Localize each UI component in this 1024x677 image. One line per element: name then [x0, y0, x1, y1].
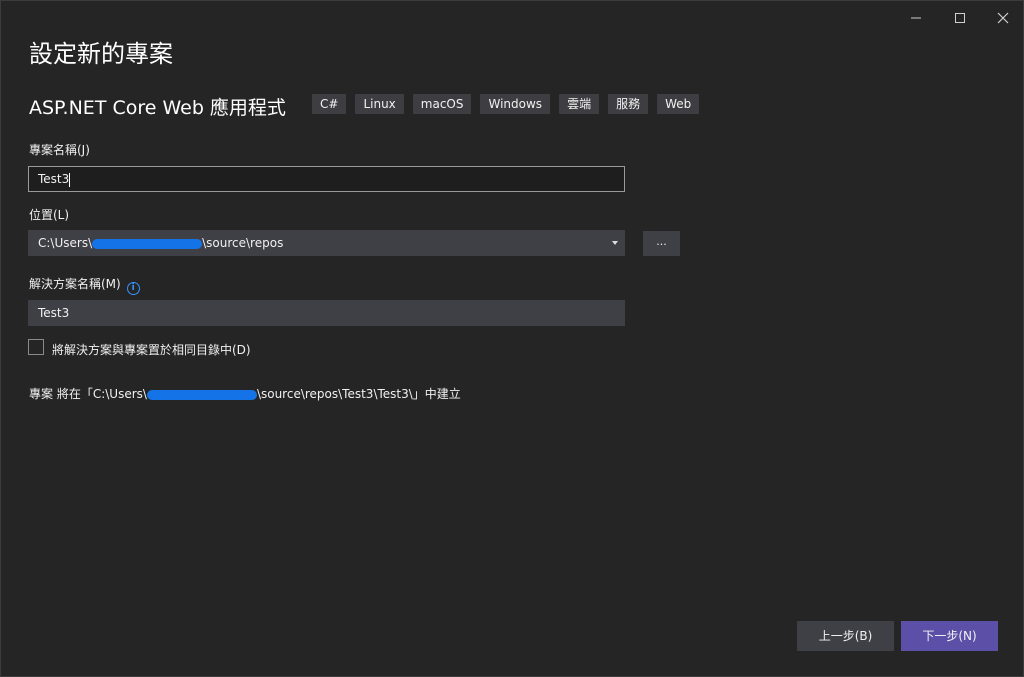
- path-summary-after: \source\repos\Test3\Test3\」中建立: [256, 387, 461, 401]
- dialog-title: 設定新的專案: [29, 40, 173, 68]
- tag-service: 服務: [608, 94, 649, 114]
- close-button[interactable]: [986, 7, 1020, 29]
- solution-name-value: Test3: [38, 306, 70, 320]
- tag-cloud: 雲端: [559, 94, 600, 114]
- tag-web: Web: [657, 94, 700, 114]
- text-caret: [69, 172, 71, 187]
- dropdown-arrow-icon[interactable]: [612, 241, 618, 245]
- maximize-button[interactable]: [943, 7, 977, 29]
- redaction-mark: [146, 389, 257, 400]
- project-name-input[interactable]: Test3: [28, 166, 625, 192]
- redaction-mark: [92, 238, 203, 249]
- project-name-value: Test3: [38, 172, 70, 186]
- same-directory-checkbox[interactable]: [28, 339, 44, 355]
- info-icon[interactable]: i: [126, 282, 140, 295]
- location-prefix: C:\Users\: [38, 236, 93, 250]
- tag-linux: Linux: [355, 94, 404, 114]
- dialog-window: 設定新的專案 ASP.NET Core Web 應用程式 C# Linux ma…: [0, 0, 1024, 677]
- tag-csharp: C#: [312, 94, 347, 114]
- solution-name-input[interactable]: Test3: [28, 300, 625, 326]
- solution-name-label-text: 解決方案名稱(M): [29, 277, 121, 291]
- tag-windows: Windows: [480, 94, 551, 114]
- tag-macos: macOS: [412, 94, 472, 114]
- location-label: 位置(L): [29, 208, 70, 222]
- project-name-label: 專案名稱(J): [29, 143, 90, 157]
- minimize-icon: [911, 17, 921, 19]
- same-directory-label[interactable]: 將解決方案與專案置於相同目錄中(D): [52, 341, 251, 358]
- location-combobox[interactable]: C:\Users\ \source\repos: [28, 230, 625, 256]
- template-name: ASP.NET Core Web 應用程式: [29, 97, 286, 119]
- location-suffix: \source\repos: [202, 236, 284, 250]
- next-button[interactable]: 下一步(N): [901, 621, 998, 651]
- solution-name-label: 解決方案名稱(M) i: [29, 275, 140, 295]
- minimize-button[interactable]: [899, 7, 933, 29]
- browse-button[interactable]: ...: [643, 231, 680, 256]
- template-tags: C# Linux macOS Windows 雲端 服務 Web: [312, 94, 700, 114]
- maximize-icon: [955, 13, 965, 23]
- path-summary-before: 專案 將在「C:\Users\: [29, 387, 147, 401]
- project-path-summary: 專案 將在「C:\Users\ \source\repos\Test3\Test3…: [29, 385, 461, 402]
- close-icon: [997, 12, 1009, 24]
- back-button[interactable]: 上一步(B): [797, 621, 894, 651]
